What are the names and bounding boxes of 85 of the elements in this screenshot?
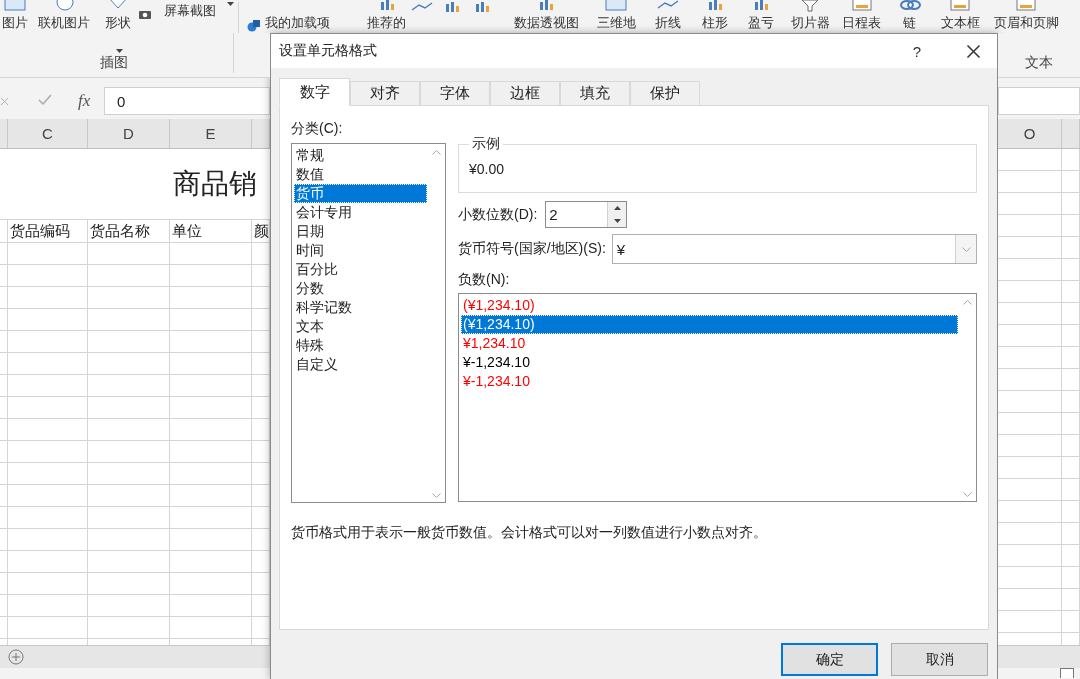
list-item[interactable]: 时间 [294, 241, 427, 260]
table-cell: 单位 [170, 220, 252, 242]
tab[interactable]: 对齐 [350, 81, 420, 106]
dialog-title: 设置单元格格式 [279, 42, 378, 60]
list-item[interactable]: ¥1,234.10 [461, 334, 958, 353]
table-cell: 货品编码 [8, 220, 88, 242]
tab[interactable]: 数字 [279, 78, 350, 106]
formula-input[interactable]: 0 [104, 87, 270, 115]
ribbon-button[interactable]: 三维地 [589, 0, 643, 33]
scroll-down-icon[interactable] [962, 492, 972, 497]
group-label: 插图 [100, 54, 128, 72]
ribbon-button[interactable]: 形状 [98, 0, 138, 33]
list-item[interactable]: 数值 [294, 165, 427, 184]
category-label: 分类(C): [291, 120, 344, 138]
increment-button[interactable] [608, 202, 627, 215]
scroll-up-icon[interactable] [962, 300, 972, 305]
negative-label: 负数(N): [458, 271, 511, 289]
column-header[interactable]: O [998, 119, 1062, 148]
camera-icon [138, 8, 152, 20]
ribbon-button[interactable]: 日程表 [836, 0, 887, 33]
tab[interactable]: 边框 [490, 81, 560, 106]
cube-icon [247, 18, 261, 32]
dialog-button[interactable]: 取消 [891, 643, 988, 676]
list-item[interactable]: 货币 [294, 184, 427, 203]
list-item[interactable]: (¥1,234.10) [461, 296, 958, 315]
enter-icon[interactable] [38, 94, 52, 106]
help-button[interactable]: ? [912, 42, 921, 60]
list-item[interactable]: ¥-1,234.10 [461, 353, 958, 372]
column-header[interactable]: E [170, 119, 252, 148]
scroll-up-icon[interactable] [431, 150, 441, 155]
ribbon-button[interactable]: 图片 [0, 0, 30, 33]
list-item[interactable]: (¥1,234.10) [461, 315, 958, 334]
column-header[interactable]: D [88, 119, 170, 148]
ribbon-button[interactable]: 盈亏 [738, 0, 784, 33]
tab[interactable]: 填充 [560, 81, 630, 106]
ribbon-button[interactable]: 推荐的 [364, 0, 409, 33]
list-item[interactable]: 特殊 [294, 336, 427, 355]
tab[interactable]: 保护 [630, 81, 700, 106]
dialog-button[interactable]: 确定 [781, 643, 878, 676]
column-header[interactable]: C [8, 119, 88, 148]
list-item[interactable]: 日期 [294, 222, 427, 241]
ribbon-button[interactable]: 链 [887, 0, 932, 33]
table-cell: 货品名称 [88, 220, 170, 242]
ribbon-button[interactable]: 页眉和页脚 [988, 0, 1064, 33]
list-item[interactable]: 百分比 [294, 260, 427, 279]
list-item[interactable]: 分数 [294, 279, 427, 298]
ribbon-button[interactable]: 联机图片 [30, 0, 98, 33]
ribbon-button[interactable]: 我的加载项 [247, 0, 357, 33]
dropdown-icon[interactable] [961, 246, 971, 252]
list-item[interactable]: 科学记数 [294, 298, 427, 317]
ribbon-button[interactable]: 切片器 [784, 0, 836, 33]
line-chart-icon [409, 2, 435, 14]
group-label: 示例 [471, 135, 501, 153]
cancel-icon[interactable] [0, 96, 9, 106]
sheet-title: 商品销 [173, 167, 257, 201]
decimal-label: 小数位数(D): [458, 205, 538, 224]
picture-icon [603, 0, 629, 12]
ribbon-button[interactable]: 屏幕截图 [138, 0, 234, 33]
list-item[interactable]: 会计专用 [294, 203, 427, 222]
up-icon [613, 206, 621, 211]
category-list[interactable]: 常规 数值 货币 会计专用 日期 时间 百分比 分数 科学记数 文本 特殊 自定义 [291, 143, 446, 503]
formula-input[interactable] [998, 87, 1080, 115]
ribbon-button[interactable]: 文本框 [932, 0, 988, 33]
scroll-down-icon[interactable] [431, 493, 441, 498]
list-item[interactable]: 常规 [294, 146, 427, 165]
ribbon-button[interactable]: 柱形 [692, 0, 738, 33]
symbol-dropdown[interactable]: ¥ [611, 234, 977, 264]
symbol-label: 货币符号(国家/地区)(S): [458, 240, 606, 258]
ribbon-button[interactable]: 数据透视图 [503, 0, 589, 33]
decimal-spinner[interactable]: 2 [545, 201, 628, 228]
function-button[interactable]: fx [78, 91, 104, 111]
group-label: 文本 [1025, 54, 1053, 72]
description-text: 货币格式用于表示一般货币数值。会计格式可以对一列数值进行小数点对齐。 [291, 524, 768, 542]
caret-icon [116, 49, 123, 53]
list-item[interactable]: 文本 [294, 317, 427, 336]
down-icon [613, 218, 621, 223]
list-item[interactable]: ¥-1,234.10 [461, 372, 958, 391]
sample-value: ¥0.00 [469, 161, 506, 177]
caret-icon [227, 2, 234, 6]
add-sheet-icon[interactable] [8, 649, 24, 665]
negative-list[interactable]: (¥1,234.10) (¥1,234.10) ¥1,234.10 ¥-1,234.10 ¥-1,234.10 [458, 293, 977, 502]
tab[interactable]: 字体 [420, 81, 490, 106]
ribbon-button[interactable]: 折线 [643, 0, 692, 33]
picture-icon [2, 0, 28, 12]
list-item[interactable]: 自定义 [294, 355, 427, 374]
